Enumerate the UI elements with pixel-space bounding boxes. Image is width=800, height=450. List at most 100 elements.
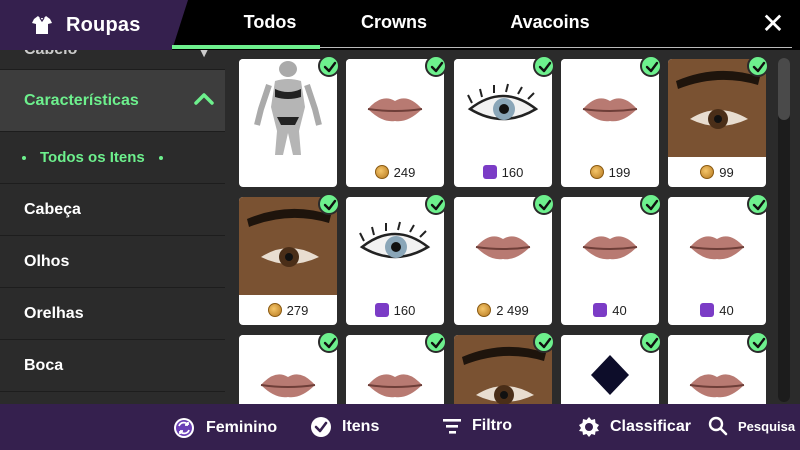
item-card[interactable]: 99: [668, 59, 766, 187]
price-value: 2 499: [496, 302, 529, 318]
feminino-label: Feminino: [206, 419, 278, 436]
sidebar-item-orelhas[interactable]: Orelhas: [0, 288, 225, 340]
sidebar-item-label: Cabelo: [24, 50, 77, 59]
item-card[interactable]: 40: [668, 197, 766, 325]
sidebar-item-label: Olhos: [24, 252, 70, 270]
owned-check-icon: [533, 55, 555, 77]
itens-label: Itens: [342, 418, 380, 435]
owned-check-icon: [425, 193, 447, 215]
page-title: Roupas: [66, 13, 141, 36]
shirt-icon: [32, 16, 52, 34]
bottom-toolbar: Feminino Itens Filtro Classificar Pesqui…: [0, 404, 800, 450]
classificar-label: Classificar: [610, 418, 691, 435]
item-price: 199: [561, 161, 659, 183]
item-card[interactable]: 160: [454, 59, 552, 187]
chevron-down-icon: ▼: [197, 50, 211, 60]
price-value: 279: [286, 302, 309, 318]
price-value: 160: [393, 302, 416, 318]
search-icon: [708, 416, 728, 436]
owned-check-icon: [425, 331, 447, 353]
price-value: 99: [719, 164, 734, 180]
sidebar-item-label: Boca: [24, 356, 64, 374]
price-value: 199: [608, 164, 631, 180]
owned-check-icon: [640, 55, 662, 77]
coin-currency-icon: [700, 165, 715, 179]
filtro-button[interactable]: Filtro: [442, 416, 512, 436]
close-icon[interactable]: ✕: [760, 10, 786, 38]
active-tab-indicator: [172, 45, 320, 49]
item-price: 40: [561, 299, 659, 321]
owned-check-icon: [318, 331, 340, 353]
category-sidebar: Cabelo ▼ Características Todos os Itens …: [0, 50, 225, 404]
feminino-button[interactable]: Feminino: [172, 416, 277, 440]
owned-check-icon: [747, 193, 769, 215]
sidebar-item-todos-os-itens[interactable]: Todos os Itens: [0, 132, 225, 184]
sidebar-item-partial[interactable]: [0, 392, 225, 404]
sidebar-item-boca[interactable]: Boca: [0, 340, 225, 392]
item-price: 40: [668, 299, 766, 321]
sidebar-item-label: Características: [24, 91, 139, 109]
pesquisa-button[interactable]: Pesquisa: [708, 416, 795, 436]
tab-avacoins[interactable]: Avacoins: [490, 12, 610, 33]
item-price: 249: [346, 161, 444, 183]
scrollbar-thumb[interactable]: [778, 58, 790, 120]
item-price: 160: [454, 161, 552, 183]
owned-check-icon: [747, 331, 769, 353]
tab-todos[interactable]: Todos: [220, 12, 320, 33]
coin-currency-icon: [589, 165, 604, 179]
sort-badge-icon: [579, 417, 599, 437]
sidebar-item-caracteristicas[interactable]: Características: [0, 70, 225, 132]
coin-currency-icon: [267, 303, 282, 317]
sidebar-item-label: Orelhas: [24, 304, 84, 322]
item-card[interactable]: 279: [239, 197, 337, 325]
price-value: 40: [719, 302, 734, 318]
owned-check-icon: [640, 331, 662, 353]
check-circle-icon: [311, 417, 331, 437]
owned-check-icon: [533, 331, 555, 353]
tab-divider: [320, 47, 792, 48]
owned-check-icon: [533, 193, 555, 215]
chevron-up-icon: [194, 93, 214, 105]
price-value: 160: [501, 164, 524, 180]
owned-check-icon: [747, 55, 769, 77]
item-card[interactable]: 249: [346, 59, 444, 187]
crown-currency-icon: [374, 303, 389, 317]
owned-check-icon: [318, 193, 340, 215]
top-bar: Roupas Todos Crowns Avacoins ✕: [0, 0, 800, 50]
item-card[interactable]: [239, 59, 337, 187]
tab-bar: Todos Crowns Avacoins: [172, 0, 792, 50]
item-card[interactable]: 199: [561, 59, 659, 187]
itens-button[interactable]: Itens: [310, 416, 379, 438]
item-price: 99: [668, 161, 766, 183]
owned-check-icon: [425, 55, 447, 77]
item-price: 2 499: [454, 299, 552, 321]
sidebar-item-cabeca[interactable]: Cabeça: [0, 184, 225, 236]
item-price: 279: [239, 299, 337, 321]
gender-swap-icon: [174, 418, 194, 438]
item-price: 160: [346, 299, 444, 321]
crown-currency-icon: [482, 165, 497, 179]
sidebar-item-label: Todos os Itens: [40, 149, 145, 166]
bullet-icon: [158, 155, 163, 160]
sidebar-item-label: Cabeça: [24, 200, 81, 218]
tab-crowns[interactable]: Crowns: [344, 12, 444, 33]
price-value: 249: [393, 164, 416, 180]
owned-check-icon: [318, 55, 340, 77]
bullet-icon: [22, 155, 26, 160]
price-value: 40: [612, 302, 627, 318]
crown-currency-icon: [593, 303, 608, 317]
item-card[interactable]: 40: [561, 197, 659, 325]
owned-check-icon: [640, 193, 662, 215]
app-title-panel: Roupas: [0, 0, 188, 50]
item-grid: 249 160 199 99 279 160 2 499 40 40: [225, 50, 800, 404]
filter-icon: [443, 419, 461, 434]
crown-currency-icon: [700, 303, 715, 317]
sidebar-item-cabelo[interactable]: Cabelo ▼: [0, 50, 225, 70]
classificar-button[interactable]: Classificar: [578, 416, 691, 438]
item-card[interactable]: 160: [346, 197, 444, 325]
item-card[interactable]: 2 499: [454, 197, 552, 325]
sidebar-item-olhos[interactable]: Olhos: [0, 236, 225, 288]
coin-currency-icon: [374, 165, 389, 179]
pesquisa-label: Pesquisa: [738, 418, 796, 434]
filtro-label: Filtro: [472, 417, 512, 434]
